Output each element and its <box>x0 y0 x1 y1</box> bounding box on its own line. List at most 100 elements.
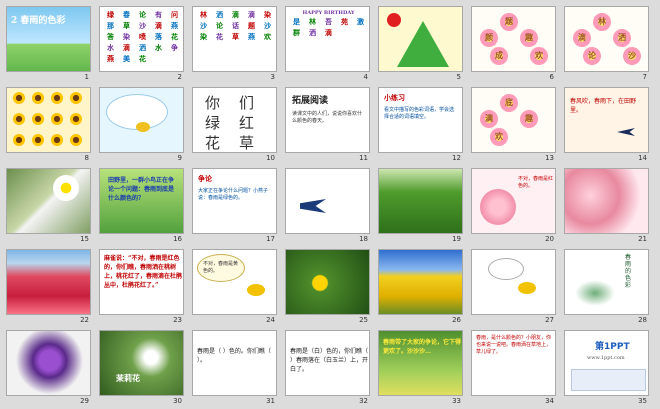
slide-cell: HAPPY BIRTHDAY 是林吾苑激群洒滴 4 <box>285 6 370 84</box>
char-grid: 绿春论有问那草沙滴燕答染喷落花水滴洒水争燕美花 <box>103 10 182 64</box>
slide-number: 6 <box>549 73 554 81</box>
slide-thumbnail[interactable]: 第1PPT www.1ppt.com <box>564 330 649 396</box>
grid-char: 花 <box>171 32 178 41</box>
grid-char: 滴 <box>248 10 255 19</box>
pyramid-shape <box>397 21 449 67</box>
grid-char: 染 <box>264 10 271 19</box>
slide-number: 20 <box>545 235 554 243</box>
slide-thumbnail[interactable]: 春雨带了大家的争论，它下得更欢了。沙沙沙… <box>378 330 463 396</box>
slide-cell: 林滴 洒论 沙 7 <box>564 6 649 84</box>
slide-cell: 21 <box>564 168 649 246</box>
slide-number: 23 <box>173 316 182 324</box>
slide-number: 35 <box>638 397 647 405</box>
ink-painting <box>575 280 615 306</box>
speech-bubble <box>488 258 524 280</box>
slide-thumbnail[interactable] <box>285 168 370 234</box>
slide-number: 1 <box>84 73 89 81</box>
slide-thumbnail[interactable] <box>6 330 91 396</box>
slide-cell: 5 <box>378 6 463 84</box>
slide-number: 29 <box>80 397 89 405</box>
slide-thumbnail[interactable]: 绿春论有问那草沙滴燕答染喷落花水滴洒水争燕美花 <box>99 6 184 72</box>
big-char: 草 <box>239 134 255 152</box>
flower-char: 底 <box>505 97 513 107</box>
grid-char: 燕 <box>107 54 114 63</box>
grid-char: 草 <box>232 32 239 41</box>
slide-thumbnail[interactable]: 春雨的色彩 <box>564 249 649 315</box>
sunflower-shape <box>13 134 25 146</box>
slide-thumbnail[interactable]: 春雨，是什么颜色的？小朋友，你也来说一说吧。春雨洒在草地上，草儿绿了。 <box>471 330 556 396</box>
slide-thumbnail[interactable] <box>6 87 91 153</box>
grid-char: 苑 <box>341 17 348 26</box>
slide-number: 25 <box>359 316 368 324</box>
slide-cell: 15 <box>6 168 91 246</box>
slide-thumbnail[interactable]: 底满 趣欢 <box>471 87 556 153</box>
slide-cell: 29 <box>6 330 91 408</box>
grid-char: 燕 <box>171 21 178 30</box>
slide-thumbnail[interactable]: 争论 大家正在争论什么问题？小燕子说：春雨是绿色的。 <box>192 168 277 234</box>
slide-thumbnail[interactable]: 林滴 洒论 沙 <box>564 6 649 72</box>
slide-number: 13 <box>545 154 554 162</box>
slide-number: 19 <box>452 235 461 243</box>
dandelion-photo <box>286 250 369 314</box>
slide-thumbnail[interactable]: 春雨是（白）色的，你们瞧（ ）春雨落在（白玉兰）上，开白了。 <box>285 330 370 396</box>
slide-title: 小练习 <box>384 93 405 102</box>
slide-thumbnail[interactable]: 拓展阅读 读课文中的人们，说说你喜欢什么颜色的春天。 <box>285 87 370 153</box>
grid-char: 滴 <box>123 43 130 52</box>
grid-char: 美 <box>123 54 130 63</box>
sunflower-shape <box>32 134 44 146</box>
slide-body: 田野里，一群小鸟正在争论一个问题：春雨到底是什么颜色的？ <box>108 177 175 202</box>
slide-thumbnail[interactable] <box>564 168 649 234</box>
slide-thumbnail[interactable]: HAPPY BIRTHDAY 是林吾苑激群洒滴 <box>285 6 370 72</box>
grass-photo <box>379 169 462 233</box>
sunflower-shape <box>70 113 82 125</box>
slide-body: 读课文中的人们，说说你喜欢什么颜色的春天。 <box>292 111 363 124</box>
slide-body: 春雨是（白）色的，你们瞧（ ）春雨落在（白玉兰）上，开白了。 <box>290 348 369 373</box>
slide-thumbnail[interactable]: 不对，春雨是红色的。 <box>471 168 556 234</box>
daisy-shape <box>53 175 79 201</box>
grid-char: 落 <box>155 32 162 41</box>
slide-cell: 25 <box>285 249 370 327</box>
slide-thumbnail[interactable]: 麻雀说：“不对，春雨是红色的，你们瞧，春雨洒在桃树上，桃花红了，春雨滴在杜鹃丛中… <box>99 249 184 315</box>
bird-shape <box>136 122 150 132</box>
slide-number: 2 <box>177 73 182 81</box>
slide-cell: 绿春论有问那草沙滴燕答染喷落花水滴洒水争燕美花2 <box>99 6 184 84</box>
slide-thumbnail[interactable]: 小练习看文中描写的色彩词语，学会选择合适的词语填空。 <box>378 87 463 153</box>
slide-number: 34 <box>545 397 554 405</box>
slide-thumbnail[interactable] <box>6 249 91 315</box>
slide-thumbnail[interactable]: 春雨是（ ）色的。你们瞧（ ）。 <box>192 330 277 396</box>
slide-body: 春雨带了大家的争论，它下得更欢了。沙沙沙… <box>383 339 462 355</box>
slide-thumbnail[interactable] <box>378 249 463 315</box>
slide-thumbnail[interactable]: 林洒滴滴染沙论话题沙染花草燕欢 <box>192 6 277 72</box>
slide-body: 春风吹，春雨下，在田野里。 <box>570 98 637 114</box>
slide-thumbnail[interactable]: 你们绿红花草 <box>192 87 277 153</box>
slide-thumbnail[interactable]: 春风吹，春雨下，在田野里。 <box>564 87 649 153</box>
slide-body: 看文中描写的色彩词语，学会选择合适的词语填空。 <box>384 107 455 120</box>
slide-thumbnail[interactable] <box>285 249 370 315</box>
slide-thumbnail[interactable] <box>378 6 463 72</box>
grid-char: 洒 <box>309 28 316 37</box>
grid-char: 林 <box>309 17 316 26</box>
grid-char: 滴 <box>232 10 239 19</box>
flower-char: 趣 <box>525 113 533 123</box>
slide-thumbnail[interactable] <box>378 168 463 234</box>
slide-thumbnail[interactable]: 田野里，一群小鸟正在争论一个问题：春雨到底是什么颜色的？ <box>99 168 184 234</box>
photo-background <box>7 169 90 233</box>
flower-char: 趣 <box>525 32 533 42</box>
sunflower-shape <box>70 134 82 146</box>
slide-cell: 18 <box>285 168 370 246</box>
slide-thumbnail[interactable]: 茉莉花 <box>99 330 184 396</box>
grid-char: 吾 <box>325 17 332 26</box>
slide-thumbnail[interactable] <box>99 87 184 153</box>
slide-cell: 9 <box>99 87 184 165</box>
flower-char: 题 <box>505 16 513 26</box>
slide-thumbnail[interactable]: 不对，春雨是黄色的。 <box>192 249 277 315</box>
grid-char: 那 <box>107 21 114 30</box>
flower-char: 滴 <box>578 32 586 42</box>
slide-thumbnail[interactable] <box>471 249 556 315</box>
slide-number: 27 <box>545 316 554 324</box>
char-grid: 林洒滴滴染沙论话题沙染花草燕欢 <box>196 10 275 42</box>
slide-thumbnail[interactable]: 2 春雨的色彩 <box>6 6 91 72</box>
slide-thumbnail[interactable] <box>6 168 91 234</box>
slide-thumbnail[interactable]: 题颜 趣成 欢 <box>471 6 556 72</box>
grid-char: 染 <box>123 32 130 41</box>
